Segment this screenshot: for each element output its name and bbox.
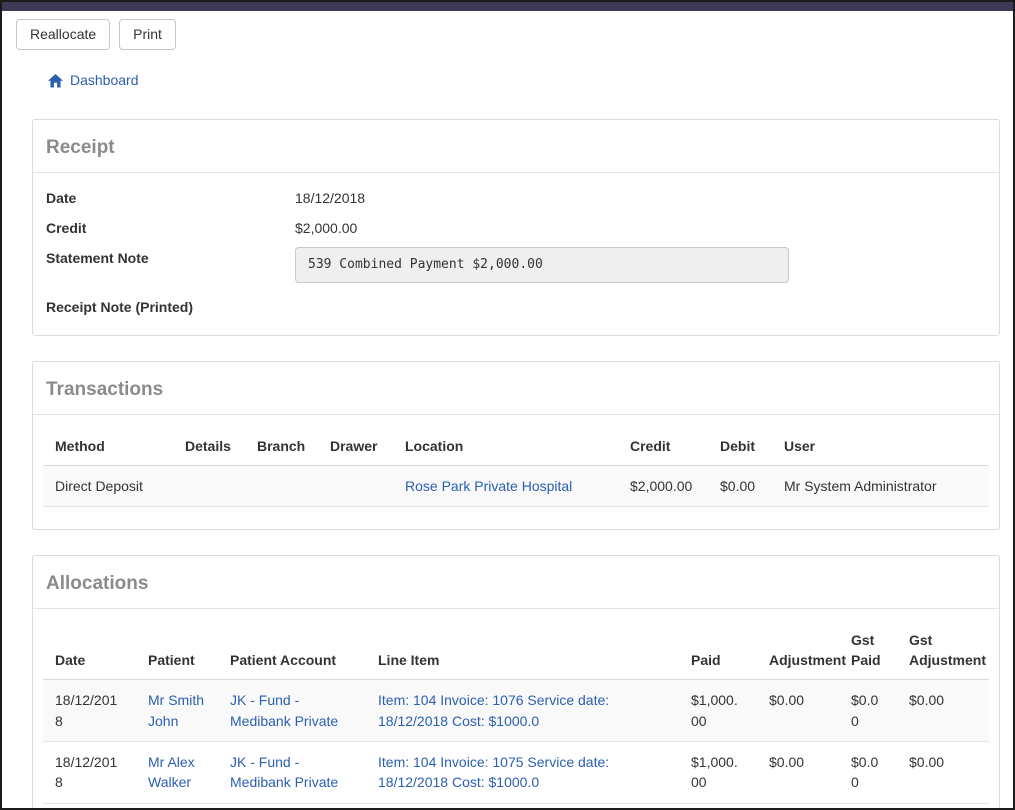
date-cell: 18/12/2018	[43, 742, 136, 804]
credit-cell: $2,000.00	[618, 466, 708, 507]
allocations-header-row: Date Patient Patient Account Line Item P…	[43, 619, 989, 679]
patient-account-link[interactable]: JK - Fund - Medibank Private	[230, 754, 338, 790]
patient-account-cell: JK - Fund - Medibank Private	[218, 680, 366, 742]
date-field-row: Date 18/12/2018	[46, 187, 986, 209]
transactions-card-header: Transactions	[33, 362, 999, 415]
statement-note-input[interactable]	[295, 247, 789, 283]
patient-cell: Mr Alex Walker	[136, 742, 218, 804]
patient-cell: Mr Smith John	[136, 680, 218, 742]
credit-field-row: Credit $2,000.00	[46, 217, 986, 239]
statement-note-label: Statement Note	[46, 247, 295, 269]
home-icon[interactable]	[48, 74, 63, 88]
col-adjustment: Adjustment	[757, 619, 839, 679]
gst-paid-cell: $0.00	[839, 742, 897, 804]
app-window: Reallocate Print Dashboard Receipt Date …	[0, 0, 1015, 810]
location-link[interactable]: Rose Park Private Hospital	[405, 478, 572, 494]
col-branch: Branch	[245, 425, 318, 465]
print-button[interactable]: Print	[119, 19, 176, 50]
receipt-card: Receipt Date 18/12/2018 Credit $2,000.00…	[32, 119, 1000, 336]
receipt-note-label: Receipt Note (Printed)	[46, 296, 295, 318]
drawer-cell	[318, 466, 393, 507]
col-gst-adjustment: Gst Adjustment	[897, 619, 989, 679]
line-item-cell: Item: 104 Invoice: 1075 Service date: 18…	[366, 742, 679, 804]
statement-note-field-row: Statement Note	[46, 247, 986, 283]
patient-link[interactable]: Mr Smith John	[148, 692, 204, 728]
breadcrumb-dashboard-link[interactable]: Dashboard	[70, 71, 139, 91]
transactions-card: Transactions Method Details Branch Drawe…	[32, 361, 1000, 530]
allocations-card-header: Allocations	[33, 556, 999, 609]
col-location: Location	[393, 425, 618, 465]
line-item-cell: Item: 104 Invoice: 1076 Service date: 18…	[366, 680, 679, 742]
date-cell: 18/12/2018	[43, 680, 136, 742]
location-cell: Rose Park Private Hospital	[393, 466, 618, 507]
date-label: Date	[46, 187, 295, 209]
col-patient-account: Patient Account	[218, 619, 366, 679]
transactions-title: Transactions	[46, 376, 986, 403]
credit-value: $2,000.00	[295, 217, 357, 239]
details-cell	[173, 466, 245, 507]
credit-label: Credit	[46, 217, 295, 239]
transactions-table: Method Details Branch Drawer Location Cr…	[43, 425, 989, 507]
top-navigation-bar	[2, 2, 1013, 11]
reallocate-button[interactable]: Reallocate	[16, 19, 110, 50]
allocations-table: Date Patient Patient Account Line Item P…	[43, 619, 989, 803]
col-user: User	[772, 425, 989, 465]
user-cell: Mr System Administrator	[772, 466, 989, 507]
allocations-card: Allocations Date Patient Patient Account…	[32, 555, 1000, 810]
col-paid: Paid	[679, 619, 757, 679]
branch-cell	[245, 466, 318, 507]
col-date: Date	[43, 619, 136, 679]
gst-adjustment-cell: $0.00	[897, 680, 989, 742]
patient-account-cell: JK - Fund - Medibank Private	[218, 742, 366, 804]
col-debit: Debit	[708, 425, 772, 465]
debit-cell: $0.00	[708, 466, 772, 507]
patient-account-link[interactable]: JK - Fund - Medibank Private	[230, 692, 338, 728]
breadcrumb: Dashboard	[48, 71, 1013, 91]
col-details: Details	[173, 425, 245, 465]
gst-paid-cell: $0.00	[839, 680, 897, 742]
date-value: 18/12/2018	[295, 187, 365, 209]
receipt-card-body: Date 18/12/2018 Credit $2,000.00 Stateme…	[33, 173, 999, 335]
col-drawer: Drawer	[318, 425, 393, 465]
col-credit: Credit	[618, 425, 708, 465]
line-item-link[interactable]: Item: 104 Invoice: 1076 Service date: 18…	[378, 692, 609, 728]
allocation-row: 18/12/2018 Mr Smith John JK - Fund - Med…	[43, 680, 989, 742]
paid-cell: $1,000.00	[679, 742, 757, 804]
line-item-link[interactable]: Item: 104 Invoice: 1075 Service date: 18…	[378, 754, 609, 790]
allocation-row: 18/12/2018 Mr Alex Walker JK - Fund - Me…	[43, 742, 989, 804]
transactions-header-row: Method Details Branch Drawer Location Cr…	[43, 425, 989, 465]
transactions-card-body: Method Details Branch Drawer Location Cr…	[33, 415, 999, 529]
receipt-title: Receipt	[46, 134, 986, 161]
allocations-title: Allocations	[46, 570, 986, 597]
col-gst-paid: Gst Paid	[839, 619, 897, 679]
col-patient: Patient	[136, 619, 218, 679]
paid-cell: $1,000.00	[679, 680, 757, 742]
col-line-item: Line Item	[366, 619, 679, 679]
transaction-row: Direct Deposit Rose Park Private Hospita…	[43, 466, 989, 507]
allocations-card-body: Date Patient Patient Account Line Item P…	[33, 609, 999, 810]
receipt-note-field-row: Receipt Note (Printed)	[46, 296, 986, 318]
method-cell: Direct Deposit	[43, 466, 173, 507]
receipt-card-header: Receipt	[33, 120, 999, 173]
gst-adjustment-cell: $0.00	[897, 742, 989, 804]
patient-link[interactable]: Mr Alex Walker	[148, 754, 195, 790]
adjustment-cell: $0.00	[757, 680, 839, 742]
col-method: Method	[43, 425, 173, 465]
toolbar: Reallocate Print	[2, 11, 1013, 50]
adjustment-cell: $0.00	[757, 742, 839, 804]
